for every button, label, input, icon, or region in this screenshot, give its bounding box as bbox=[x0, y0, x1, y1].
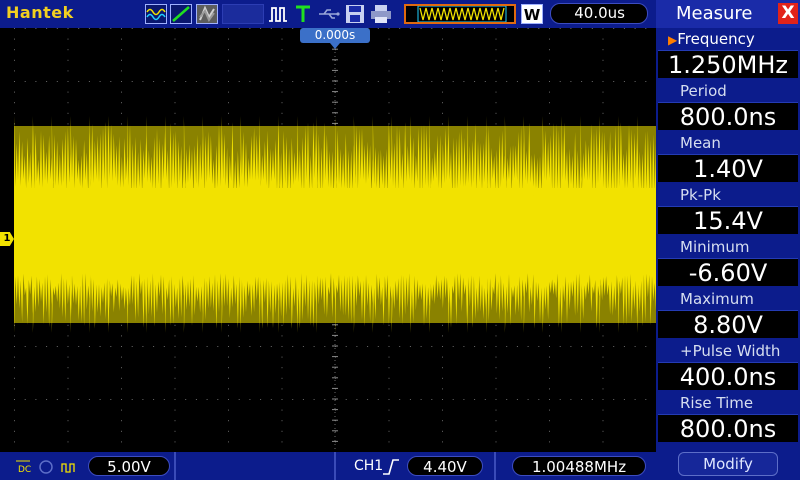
measure-item-label[interactable]: Minimum bbox=[658, 236, 798, 258]
save-icon[interactable] bbox=[345, 4, 365, 24]
measure-label-text: Minimum bbox=[680, 238, 750, 256]
measure-item-value: 1.250MHz bbox=[658, 50, 798, 79]
measure-item-value: 15.4V bbox=[658, 206, 798, 235]
measure-label-text: Maximum bbox=[680, 290, 754, 308]
measure-item-label[interactable]: Maximum bbox=[658, 288, 798, 310]
pulse-icon[interactable] bbox=[268, 4, 288, 24]
measure-item-label[interactable]: ▶Frequency bbox=[658, 28, 798, 50]
divider bbox=[334, 452, 336, 480]
measure-panel: Measure X ▶Frequency 1.250MHz Period 800.0n… bbox=[656, 0, 800, 480]
measure-item-value: 800.0ns bbox=[658, 414, 798, 443]
measure-label-text: Rise Time bbox=[680, 394, 754, 412]
trace-core-band bbox=[14, 188, 656, 268]
measure-label-text: Period bbox=[680, 82, 727, 100]
selected-arrow-icon: ▶ bbox=[668, 33, 678, 47]
measure-item-label[interactable]: Period bbox=[658, 80, 798, 102]
trigger-t-icon[interactable] bbox=[294, 4, 312, 24]
measure-item-value: 400.0ns bbox=[658, 362, 798, 391]
ch1-scale-readout[interactable]: 5.00V bbox=[88, 456, 170, 476]
trigger-position-marker-icon[interactable] bbox=[330, 43, 340, 49]
memory-waveform-icon bbox=[404, 4, 516, 24]
brand-logo: Hantek bbox=[6, 3, 74, 22]
measure-item-label[interactable]: Pk-Pk bbox=[658, 184, 798, 206]
measure-label-text: Mean bbox=[680, 134, 721, 152]
bottom-status-bar: DC 5.00V CH1 4.40V 1.00488MHz bbox=[0, 452, 656, 480]
waveform-icon[interactable] bbox=[145, 4, 167, 24]
edge-icon[interactable] bbox=[170, 4, 192, 24]
measure-item-label[interactable]: Mean bbox=[658, 132, 798, 154]
measure-item-value: 1.40V bbox=[658, 154, 798, 183]
rising-edge-icon[interactable] bbox=[382, 458, 400, 476]
print-icon[interactable] bbox=[370, 4, 392, 24]
trigger-level-readout[interactable]: 4.40V bbox=[407, 456, 483, 476]
modify-button[interactable]: Modify bbox=[678, 452, 778, 476]
divider bbox=[494, 452, 496, 480]
measure-item-value: 8.80V bbox=[658, 310, 798, 339]
frequency-counter-readout: 1.00488MHz bbox=[512, 456, 646, 476]
ch1-ground-marker[interactable]: 1 bbox=[0, 232, 14, 246]
timebase-readout[interactable]: 40.0us bbox=[550, 3, 648, 24]
w-label: W bbox=[523, 6, 541, 24]
scope-display bbox=[14, 28, 656, 452]
blank-slot bbox=[222, 4, 264, 24]
measure-item-value: -6.60V bbox=[658, 258, 798, 287]
measure-label-text: Frequency bbox=[677, 30, 755, 48]
coupling-dc-label: DC bbox=[18, 465, 31, 475]
top-status-bar: Hantek W 40.0us bbox=[0, 0, 656, 28]
measure-label-text: +Pulse Width bbox=[680, 342, 781, 360]
measure-item-label[interactable]: Rise Time bbox=[658, 392, 798, 414]
w-icon[interactable]: W bbox=[521, 4, 543, 24]
measure-item-value: 800.0ns bbox=[658, 102, 798, 131]
trigger-source-label[interactable]: CH1 bbox=[354, 456, 383, 476]
divider bbox=[174, 452, 176, 480]
ch1-coupling-indicators: DC bbox=[16, 458, 86, 476]
ch1-waveform-trace bbox=[14, 116, 656, 333]
persistence-icon[interactable] bbox=[196, 4, 218, 24]
measure-label-text: Pk-Pk bbox=[680, 186, 721, 204]
close-button[interactable]: X bbox=[778, 3, 798, 24]
trigger-position-readout[interactable]: 0.000s bbox=[300, 28, 370, 43]
usb-icon bbox=[318, 4, 340, 24]
measure-item-label[interactable]: +Pulse Width bbox=[658, 340, 798, 362]
